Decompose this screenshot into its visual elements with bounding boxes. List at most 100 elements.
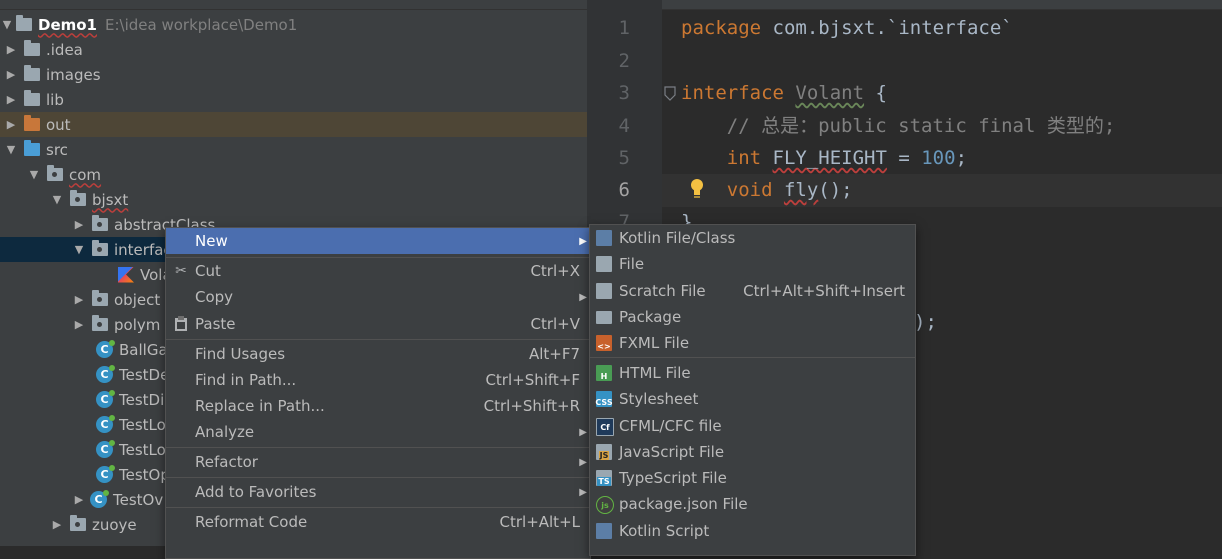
chevron-right-icon[interactable]: ▶ <box>4 68 18 81</box>
tree-item-out[interactable]: ▶ out <box>0 112 587 137</box>
file-icon <box>596 256 612 272</box>
tree-item-idea[interactable]: ▶ .idea <box>0 37 587 62</box>
menu-item-label: Cut <box>195 262 221 280</box>
chevron-right-icon[interactable]: ▶ <box>72 293 86 306</box>
menu-item-label: Reformat Code <box>195 513 308 531</box>
chevron-down-icon[interactable]: ▼ <box>0 18 14 31</box>
chevron-right-icon[interactable]: ▶ <box>4 43 18 56</box>
menu-item-label: Refactor <box>195 453 258 471</box>
chevron-down-icon[interactable]: ▼ <box>50 193 64 206</box>
chevron-down-icon[interactable]: ▼ <box>72 243 86 256</box>
package-icon <box>92 290 108 306</box>
code-line[interactable]: void fly(); <box>681 174 853 207</box>
menu-item-label: HTML File <box>619 364 691 382</box>
menu-item-label: FXML File <box>619 334 690 352</box>
code-line[interactable]: interface Volant { <box>681 77 887 110</box>
menu-item-paste[interactable]: Paste Ctrl+V <box>166 311 590 337</box>
class-icon: C <box>96 340 115 358</box>
field-name: FLY_HEIGHT <box>772 147 887 169</box>
menu-item-shortcut: Ctrl+Shift+F <box>485 371 580 389</box>
submenu-item-cfml-file[interactable]: Cf CFML/CFC file <box>590 413 915 439</box>
menu-item-copy[interactable]: Copy ▶ <box>166 284 590 310</box>
tree-item-label: bjsxt <box>92 190 129 209</box>
tree-item-bjsxt[interactable]: ▼ bjsxt <box>0 187 587 212</box>
menu-item-find-usages[interactable]: Find Usages Alt+F7 <box>166 341 590 367</box>
line-number: 3 <box>618 82 630 104</box>
menu-item-label: New <box>195 232 228 250</box>
tree-root[interactable]: ▼ Demo1 E:\idea workplace\Demo1 <box>0 12 587 37</box>
menu-item-reformat-code[interactable]: Reformat Code Ctrl+Alt+L <box>166 509 590 535</box>
submenu-item-fxml-file[interactable]: <> FXML File <box>590 330 915 356</box>
submenu-item-kotlin-script[interactable]: Kotlin Script <box>590 518 915 544</box>
menu-item-refactor[interactable]: Refactor ▶ <box>166 449 590 475</box>
code-text: (); <box>818 179 853 201</box>
submenu-item-package[interactable]: Package <box>590 304 915 330</box>
kotlin-file-icon <box>118 266 134 283</box>
menu-item-cut[interactable]: ✂ Cut Ctrl+X <box>166 258 590 284</box>
tree-item-label: .idea <box>46 40 83 59</box>
menu-item-find-in-path[interactable]: Find in Path... Ctrl+Shift+F <box>166 367 590 393</box>
tree-item-lib[interactable]: ▶ lib <box>0 87 587 112</box>
root-path: E:\idea workplace\Demo1 <box>105 15 298 34</box>
submenu-item-html-file[interactable]: H HTML File <box>590 360 915 386</box>
chevron-right-icon[interactable]: ▶ <box>72 493 86 506</box>
submenu-item-package-json[interactable]: js package.json File <box>590 491 915 517</box>
code-line[interactable]: package com.bjsxt.`interface` <box>681 12 1013 45</box>
scissors-icon: ✂ <box>175 263 187 279</box>
package-icon <box>70 190 86 206</box>
class-icon: C <box>96 440 115 458</box>
line-number: 5 <box>618 147 630 169</box>
submenu-item-javascript-file[interactable]: JS JavaScript File <box>590 439 915 465</box>
tree-item-label: lib <box>46 90 64 109</box>
lightbulb-icon[interactable] <box>689 177 705 201</box>
menu-item-label: Find Usages <box>195 345 286 363</box>
package-icon <box>92 315 108 331</box>
javascript-file-icon: JS <box>596 444 612 460</box>
tree-item-images[interactable]: ▶ images <box>0 62 587 87</box>
nodejs-icon: js <box>596 496 614 514</box>
chevron-right-icon[interactable]: ▶ <box>4 118 18 131</box>
submenu-item-scratch-file[interactable]: Scratch File Ctrl+Alt+Shift+Insert <box>590 278 915 304</box>
kotlin-script-icon <box>596 523 612 539</box>
menu-item-new[interactable]: New ▶ <box>166 228 590 254</box>
fold-icon[interactable] <box>663 86 677 102</box>
package-icon <box>92 240 108 256</box>
class-name: Volant <box>795 82 865 104</box>
code-fragment: ); <box>914 311 937 333</box>
code-comment[interactable]: // 总是：public static final 类型的; <box>681 110 1116 143</box>
submenu-item-stylesheet[interactable]: CSS Stylesheet <box>590 386 915 412</box>
cfml-file-icon: Cf <box>596 418 614 436</box>
chevron-down-icon[interactable]: ▼ <box>27 168 41 181</box>
clipboard-icon <box>173 316 189 332</box>
keyword: package <box>681 17 762 39</box>
menu-item-shortcut: Alt+F7 <box>528 345 580 363</box>
css-file-icon: CSS <box>595 391 613 407</box>
chevron-right-icon[interactable]: ▶ <box>72 318 86 331</box>
menu-item-shortcut: Ctrl+X <box>530 262 580 280</box>
tree-item-com[interactable]: ▼ com <box>0 162 587 187</box>
chevron-right-icon[interactable]: ▶ <box>4 93 18 106</box>
chevron-right-icon[interactable]: ▶ <box>72 218 86 231</box>
package-icon <box>596 311 612 324</box>
line-number: 4 <box>618 115 630 137</box>
submenu-item-kotlin-file[interactable]: Kotlin File/Class <box>590 225 915 251</box>
menu-item-replace-in-path[interactable]: Replace in Path... Ctrl+Shift+R <box>166 393 590 419</box>
html-file-icon: H <box>596 365 612 381</box>
tree-item-label: TestLo <box>119 415 166 434</box>
menu-item-add-to-favorites[interactable]: Add to Favorites ▶ <box>166 479 590 505</box>
submenu-item-typescript-file[interactable]: TS TypeScript File <box>590 465 915 491</box>
code-line[interactable]: int FLY_HEIGHT = 100; <box>681 142 967 175</box>
menu-item-label: Scratch File <box>619 282 706 300</box>
menu-item-shortcut: Ctrl+Shift+R <box>483 397 580 415</box>
menu-item-analyze[interactable]: Analyze ▶ <box>166 419 590 445</box>
line-number: 1 <box>618 17 630 39</box>
context-menu: New ▶ ✂ Cut Ctrl+X Copy ▶ Paste Ctrl+V Find … <box>165 227 591 559</box>
chevron-right-icon[interactable]: ▶ <box>50 518 64 531</box>
keyword: interface <box>681 82 784 104</box>
code-text: = <box>886 147 922 169</box>
submenu-item-file[interactable]: File <box>590 251 915 277</box>
menu-item-label: Stylesheet <box>619 390 699 408</box>
chevron-right-icon: ▶ <box>579 291 587 303</box>
chevron-down-icon[interactable]: ▼ <box>4 143 18 156</box>
tree-item-src[interactable]: ▼ src <box>0 137 587 162</box>
